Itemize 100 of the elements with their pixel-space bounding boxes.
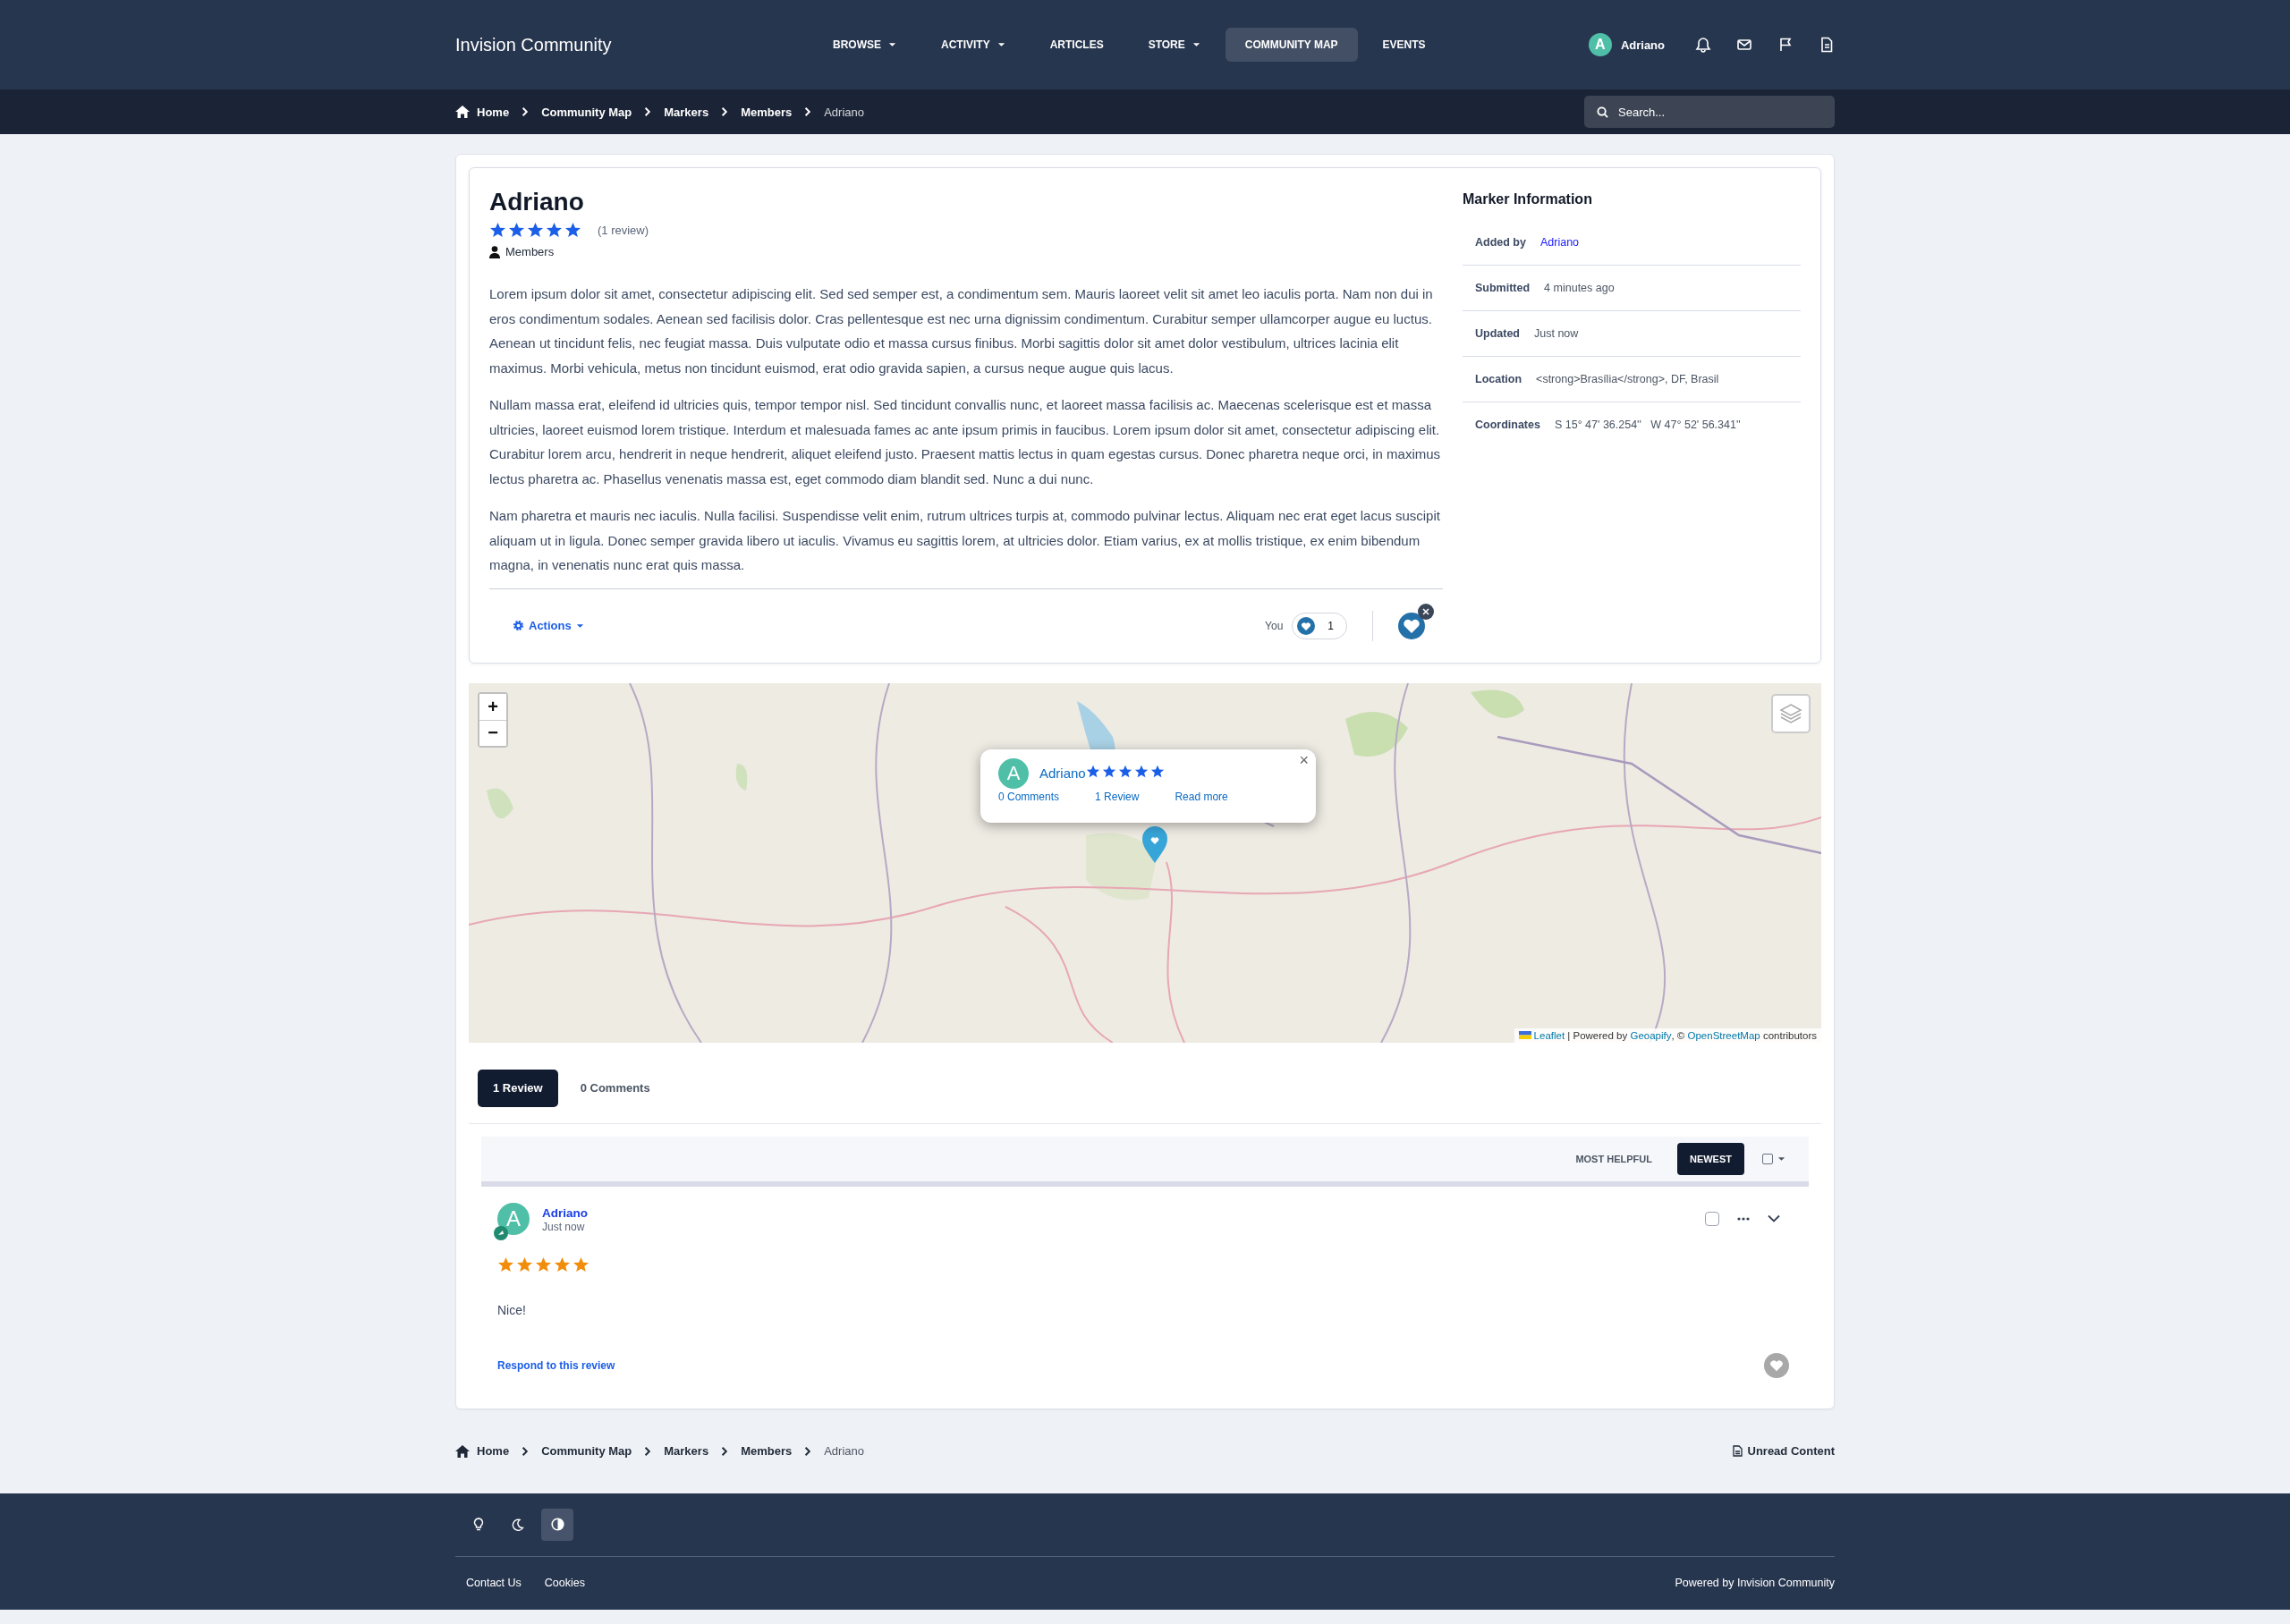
filled-star-icon	[489, 222, 506, 238]
footer-link[interactable]: Cookies	[544, 1576, 585, 1589]
author-link[interactable]: Adriano	[1539, 236, 1580, 249]
info-value: Just now	[1534, 327, 1579, 340]
breadcrumb-link[interactable]: Members	[741, 105, 793, 119]
nav-tab[interactable]: BROWSE	[813, 28, 916, 62]
more-options-icon[interactable]	[1737, 1216, 1750, 1221]
popup-link[interactable]: Read more	[1175, 790, 1228, 803]
nav-tab[interactable]: STORE	[1128, 28, 1220, 62]
attribution-text: | Powered by	[1566, 1029, 1629, 1041]
filled-star-icon	[564, 222, 581, 238]
attribution-link[interactable]: OpenStreetMap	[1687, 1029, 1760, 1041]
popup-link[interactable]: 1 Review	[1095, 790, 1140, 803]
avatar: A	[998, 757, 1029, 789]
info-value: <strong>Brasília</strong>, DF, Brasil	[1536, 373, 1719, 385]
info-label: Updated	[1475, 327, 1520, 340]
breadcrumb-link[interactable]: Home	[455, 1444, 510, 1458]
attribution-link[interactable]: Leaflet	[1533, 1029, 1565, 1041]
filled-star-icon	[572, 1256, 589, 1273]
flag-icon	[1518, 1031, 1531, 1039]
zoom-out-button[interactable]: −	[479, 719, 506, 746]
bell-icon[interactable]	[1695, 37, 1711, 53]
respond-link[interactable]: Respond to this review	[497, 1358, 615, 1372]
nav-tab[interactable]: ARTICLES	[1030, 28, 1124, 62]
envelope-icon[interactable]	[1736, 37, 1752, 53]
footer-link[interactable]: Contact Us	[466, 1576, 522, 1589]
chevron-down-icon[interactable]	[1768, 1214, 1780, 1222]
actions-menu[interactable]: Actions	[507, 618, 589, 633]
review-text: Nice!	[497, 1302, 527, 1317]
nav-tab[interactable]: COMMUNITY MAP	[1225, 28, 1358, 62]
popup-link[interactable]: 0 Comments	[998, 790, 1060, 803]
filled-star-icon	[1101, 765, 1116, 778]
select-checkbox[interactable]	[1705, 1211, 1719, 1226]
filled-star-icon	[546, 222, 563, 238]
attribution-text: contributors	[1761, 1029, 1817, 1041]
review-count[interactable]: (1 review)	[598, 223, 649, 237]
heart-icon	[1403, 617, 1421, 634]
search-field[interactable]: Search...	[1584, 96, 1835, 128]
review-time: Just now	[542, 1220, 586, 1233]
reaction-count[interactable]: 1	[1292, 612, 1347, 639]
breadcrumb-link[interactable]: Members	[741, 1444, 793, 1458]
breadcrumb-link[interactable]: Community Map	[541, 105, 632, 119]
close-button[interactable]: ×	[1299, 750, 1309, 770]
breadcrumb-link[interactable]: Community Map	[541, 1444, 632, 1458]
remove-reaction-icon[interactable]	[1418, 603, 1434, 620]
nav-tab[interactable]: EVENTS	[1362, 28, 1446, 62]
panel-title: Marker Information	[1463, 191, 1593, 207]
document-icon	[1732, 1445, 1743, 1457]
powered-by-text: Powered by Invision Community	[1675, 1576, 1835, 1589]
sort-button[interactable]: NEWEST	[1676, 1142, 1744, 1175]
attribution-link[interactable]: Geoapify	[1630, 1029, 1672, 1041]
user-menu[interactable]: A Adriano	[1582, 32, 1670, 57]
gear-icon	[513, 620, 524, 631]
layers-icon	[1779, 702, 1802, 724]
breadcrumb-link[interactable]: Adriano	[824, 1444, 864, 1458]
nav-tab[interactable]: ACTIVITY	[921, 28, 1025, 62]
map-marker-icon[interactable]	[1141, 825, 1168, 864]
author-link[interactable]: Adriano	[1039, 765, 1086, 781]
unread-content-link[interactable]: Unread Content	[1732, 1444, 1835, 1458]
description-paragraph: Lorem ipsum dolor sit amet, consectetur adipiscing elit. Sed sed semper est, a condimentum sem. Mauris laoreet velit sit amet leo iaculis porta. Nam non dui in eros condimentum sodales. Aenean sed facilisis dolor. Cras pellentesque est nec urna dignissim condimentum. Curabitur semper ullamcorper augue eu luctus. Aenean ut tincidunt felis, nec feugiat massa. Duis vulputate odio et massa cursus finibus. Morbi sagittis dolor sit amet dolor vestibulum, ultrices lacinia elit maximus. Morbi vehicula, metus non tincidunt euismod, erat odio gravida sapien, a cursus neque augue quis lacus.	[489, 285, 1434, 377]
tab[interactable]: 0 Comments	[564, 1069, 666, 1107]
filled-star-icon	[535, 1256, 552, 1273]
breadcrumb-link[interactable]: Adriano	[824, 105, 864, 119]
search-icon	[1597, 106, 1608, 118]
reaction-user[interactable]: You	[1265, 619, 1284, 632]
category-label[interactable]: Members	[505, 245, 555, 258]
react-button[interactable]	[1398, 612, 1425, 639]
filled-star-icon	[1085, 765, 1100, 778]
info-label: Submitted	[1475, 282, 1531, 294]
tab[interactable]: 1 Review	[478, 1069, 558, 1107]
flag-icon[interactable]	[1777, 37, 1794, 53]
author-link[interactable]: Adriano	[542, 1205, 588, 1220]
home-icon	[455, 106, 470, 118]
info-label: Location	[1475, 373, 1522, 385]
info-value: S 15° 47' 36.254'' W 47° 52' 56.341''	[1554, 419, 1741, 431]
document-icon[interactable]	[1819, 37, 1835, 53]
filled-star-icon	[1133, 765, 1149, 778]
site-title[interactable]: Invision Community	[455, 34, 813, 55]
breadcrumb-link[interactable]: Markers	[664, 1444, 709, 1458]
filled-star-icon	[516, 1256, 533, 1273]
info-label: Added by	[1475, 236, 1526, 249]
filled-star-icon	[554, 1256, 571, 1273]
info-label: Coordinates	[1475, 419, 1540, 431]
filled-star-icon	[497, 1256, 514, 1273]
filled-star-icon	[508, 222, 525, 238]
caret-icon	[1777, 1155, 1785, 1162]
badge-icon	[494, 1225, 508, 1240]
description-paragraph: Nullam massa erat, eleifend id ultricies quis, tempor tempor nisl. Sed tincidunt convallis nunc, et laoreet massa facilisis ac. Maecenas scelerisque est et massa ultricies, laoreet euismod lorem tristique. Interdum et malesuada fames ac ante ipsum primis in faucibus. Lorem ipsum dolor sit amet, consectetur adipiscing elit. Curabitur lorem arcu, hendrerit in neque hendrerit, aliquet eleifend justo. Praesent mattis lectus in quam egestas cursus. Donec pharetra neque orci, in maximus lectus pharetra ac. Phasellus venenatis massa est, eget commodo diam blandit sed. Nunc a dui nunc.	[489, 396, 1442, 488]
filled-star-icon	[1149, 765, 1165, 778]
breadcrumb-link[interactable]: Markers	[664, 105, 709, 119]
filled-star-icon	[527, 222, 544, 238]
heart-icon	[1769, 1358, 1784, 1372]
person-icon	[489, 245, 500, 258]
breadcrumb-link[interactable]: Home	[455, 105, 510, 119]
contrast-icon[interactable]	[541, 1508, 573, 1541]
info-value: 4 minutes ago	[1544, 282, 1615, 294]
sort-button[interactable]: MOST HELPFUL	[1563, 1142, 1665, 1175]
home-icon	[455, 1444, 470, 1458]
attribution-text: , ©	[1671, 1029, 1686, 1041]
marker-title: Adriano	[489, 188, 585, 216]
